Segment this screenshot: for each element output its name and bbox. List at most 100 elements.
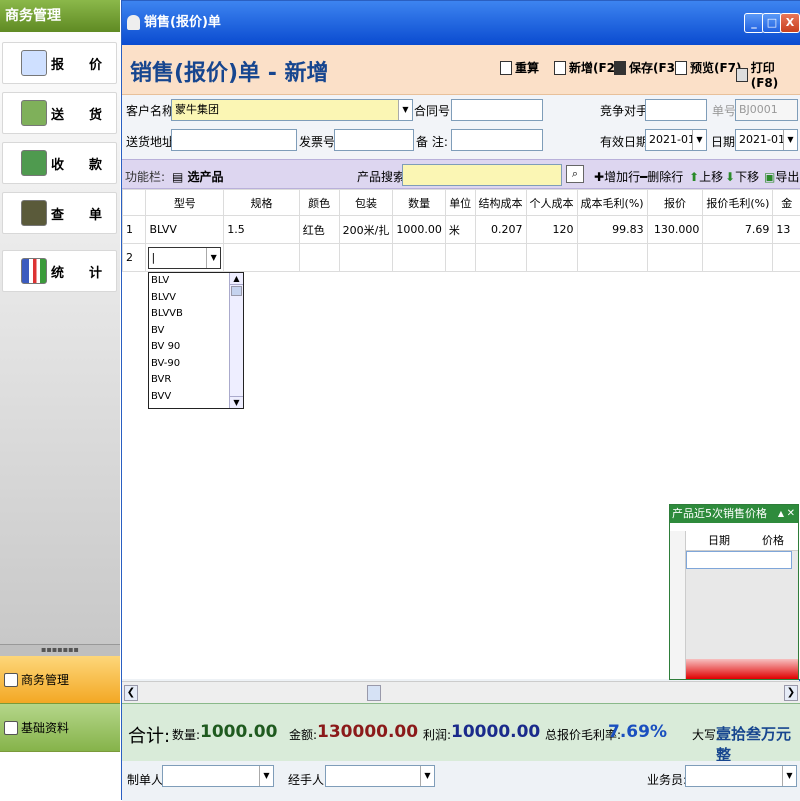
customer-select[interactable]: 蒙牛集团▼ [171, 99, 413, 121]
table-row[interactable]: 2 |▼ [123, 244, 800, 272]
chevron-down-icon[interactable]: ▼ [398, 100, 412, 120]
contract-input[interactable] [451, 99, 543, 121]
chevron-down-icon[interactable]: ▼ [420, 766, 434, 786]
sidebar-item-stats[interactable]: 统 计 [2, 250, 117, 292]
maker-select[interactable]: ▼ [162, 765, 274, 787]
product-search-input[interactable] [402, 164, 562, 186]
scroll-right-icon[interactable]: ❯ [784, 685, 798, 701]
search-icon[interactable]: ⌕ [566, 165, 584, 183]
chevron-down-icon[interactable]: ▼ [692, 130, 706, 150]
cell-model[interactable]: BLVV [146, 216, 224, 244]
sidebar-nav-basic-data[interactable]: 基础资料 [0, 704, 120, 752]
cell-price[interactable] [647, 244, 703, 272]
save-button[interactable]: 保存(F3) [614, 59, 681, 76]
column-header[interactable]: 金 [773, 190, 800, 216]
chevron-down-icon[interactable]: ▼ [206, 248, 220, 268]
column-header[interactable]: 成本毛利(%) [577, 190, 647, 216]
note-label: 备 注: [416, 133, 448, 150]
cell-color[interactable] [299, 244, 339, 272]
column-header[interactable]: 颜色 [299, 190, 339, 216]
model-combobox[interactable]: |▼ [148, 247, 221, 269]
scroll-up-icon[interactable]: ▲ [230, 273, 243, 285]
add-row-button[interactable]: ✚增加行 [594, 168, 640, 185]
table-row[interactable]: 1 BLVV 1.5 红色 200米/扎 1000.00 米 0.207 120… [123, 216, 800, 244]
handler-select[interactable]: ▼ [325, 765, 435, 787]
cell-personal-cost[interactable] [526, 244, 577, 272]
cell-amount[interactable] [773, 244, 800, 272]
cell-spec[interactable]: 1.5 [224, 216, 300, 244]
chevron-down-icon[interactable]: ▼ [259, 766, 273, 786]
cell-package[interactable] [339, 244, 393, 272]
move-down-button[interactable]: ⬇下移 [725, 168, 759, 185]
recalc-button[interactable]: 重算 [500, 59, 539, 76]
export-button[interactable]: ▣导出 [764, 168, 799, 185]
maximize-button[interactable]: □ [762, 13, 782, 33]
column-header[interactable]: 结构成本 [475, 190, 526, 216]
recalc-icon [500, 61, 512, 75]
print-button[interactable]: 打印(F8) [736, 59, 800, 90]
scroll-thumb[interactable] [367, 685, 381, 701]
delete-row-button[interactable]: ━删除行 [640, 168, 683, 185]
scroll-thumb[interactable] [231, 286, 242, 296]
model-dropdown-list[interactable]: BLV BLVV BLVVB BV BV 90 BV-90 BVR BVV ▲ … [148, 272, 244, 409]
cell-personal-cost[interactable]: 120 [526, 216, 577, 244]
cell-unit[interactable]: 米 [445, 216, 475, 244]
column-header[interactable]: 单位 [445, 190, 475, 216]
window-title: 销售(报价)单 [144, 15, 221, 30]
competitor-input[interactable] [645, 99, 707, 121]
cell-spec[interactable] [224, 244, 300, 272]
horizontal-scrollbar[interactable]: ❮ ❯ [122, 681, 800, 703]
cell-color[interactable]: 红色 [299, 216, 339, 244]
cell-quantity[interactable]: 1000.00 [393, 216, 446, 244]
dropdown-scrollbar[interactable]: ▲ ▼ [229, 273, 243, 408]
sidebar-splitter[interactable]: ▪▪▪▪▪▪▪ [0, 644, 120, 656]
collapse-icon[interactable]: ▲ [778, 505, 784, 523]
sidebar-item-delivery[interactable]: 送 货 [2, 92, 117, 134]
cell-struct-cost[interactable] [475, 244, 526, 272]
select-product-button[interactable]: ▤ 选产品 [172, 168, 224, 185]
cell-price-margin[interactable] [703, 244, 773, 272]
sidebar-item-quote[interactable]: 报 价 [2, 42, 117, 84]
minimize-button[interactable]: _ [744, 13, 764, 33]
arrow-up-icon: ⬆ [689, 170, 699, 184]
sidebar-item-search[interactable]: 查 单 [2, 192, 117, 234]
salesman-select[interactable]: ▼ [685, 765, 797, 787]
invoice-input[interactable] [334, 129, 414, 151]
scroll-left-icon[interactable]: ❮ [124, 685, 138, 701]
column-header[interactable]: 型号 [146, 190, 224, 216]
column-header[interactable]: 报价毛利(%) [703, 190, 773, 216]
scroll-down-icon[interactable]: ▼ [230, 396, 243, 408]
close-icon[interactable]: ✕ [787, 505, 795, 523]
cell-amount[interactable]: 13 [773, 216, 800, 244]
sidebar-item-payment[interactable]: 收 款 [2, 142, 117, 184]
window-titlebar[interactable]: 销售(报价)单 _ □ X [122, 1, 800, 45]
column-header[interactable]: 个人成本 [526, 190, 577, 216]
new-button[interactable]: 新增(F2) [554, 59, 621, 76]
column-header[interactable]: 包装 [339, 190, 393, 216]
column-header[interactable]: 数量 [393, 190, 446, 216]
column-header[interactable]: 规格 [224, 190, 300, 216]
cell-cost-margin[interactable]: 99.83 [577, 216, 647, 244]
column-header[interactable]: 报价 [647, 190, 703, 216]
move-up-button[interactable]: ⬆上移 [689, 168, 723, 185]
delete-row-label: 删除行 [647, 170, 683, 184]
cell-unit[interactable] [445, 244, 475, 272]
close-button[interactable]: X [780, 13, 800, 33]
cell-package[interactable]: 200米/扎 [339, 216, 393, 244]
preview-button[interactable]: 预览(F7) [675, 59, 742, 76]
sidebar-nav-business[interactable]: 商务管理 [0, 656, 120, 704]
cell-struct-cost[interactable]: 0.207 [475, 216, 526, 244]
cell-price[interactable]: 130.000 [647, 216, 703, 244]
price-panel-title[interactable]: 产品近5次销售价格 ▲ ✕ [670, 505, 798, 523]
chevron-down-icon[interactable]: ▼ [783, 130, 797, 150]
cell-model-editor[interactable]: |▼ [146, 244, 224, 272]
note-input[interactable] [451, 129, 543, 151]
chevron-down-icon[interactable]: ▼ [782, 766, 796, 786]
cell-price-margin[interactable]: 7.69 [703, 216, 773, 244]
cell-cost-margin[interactable] [577, 244, 647, 272]
valid-date-picker[interactable]: 2021-01-26▼ [645, 129, 707, 151]
cell-quantity[interactable] [393, 244, 446, 272]
date-picker[interactable]: 2021-01-19▼ [735, 129, 798, 151]
address-input[interactable] [171, 129, 297, 151]
selected-row[interactable] [686, 551, 792, 569]
